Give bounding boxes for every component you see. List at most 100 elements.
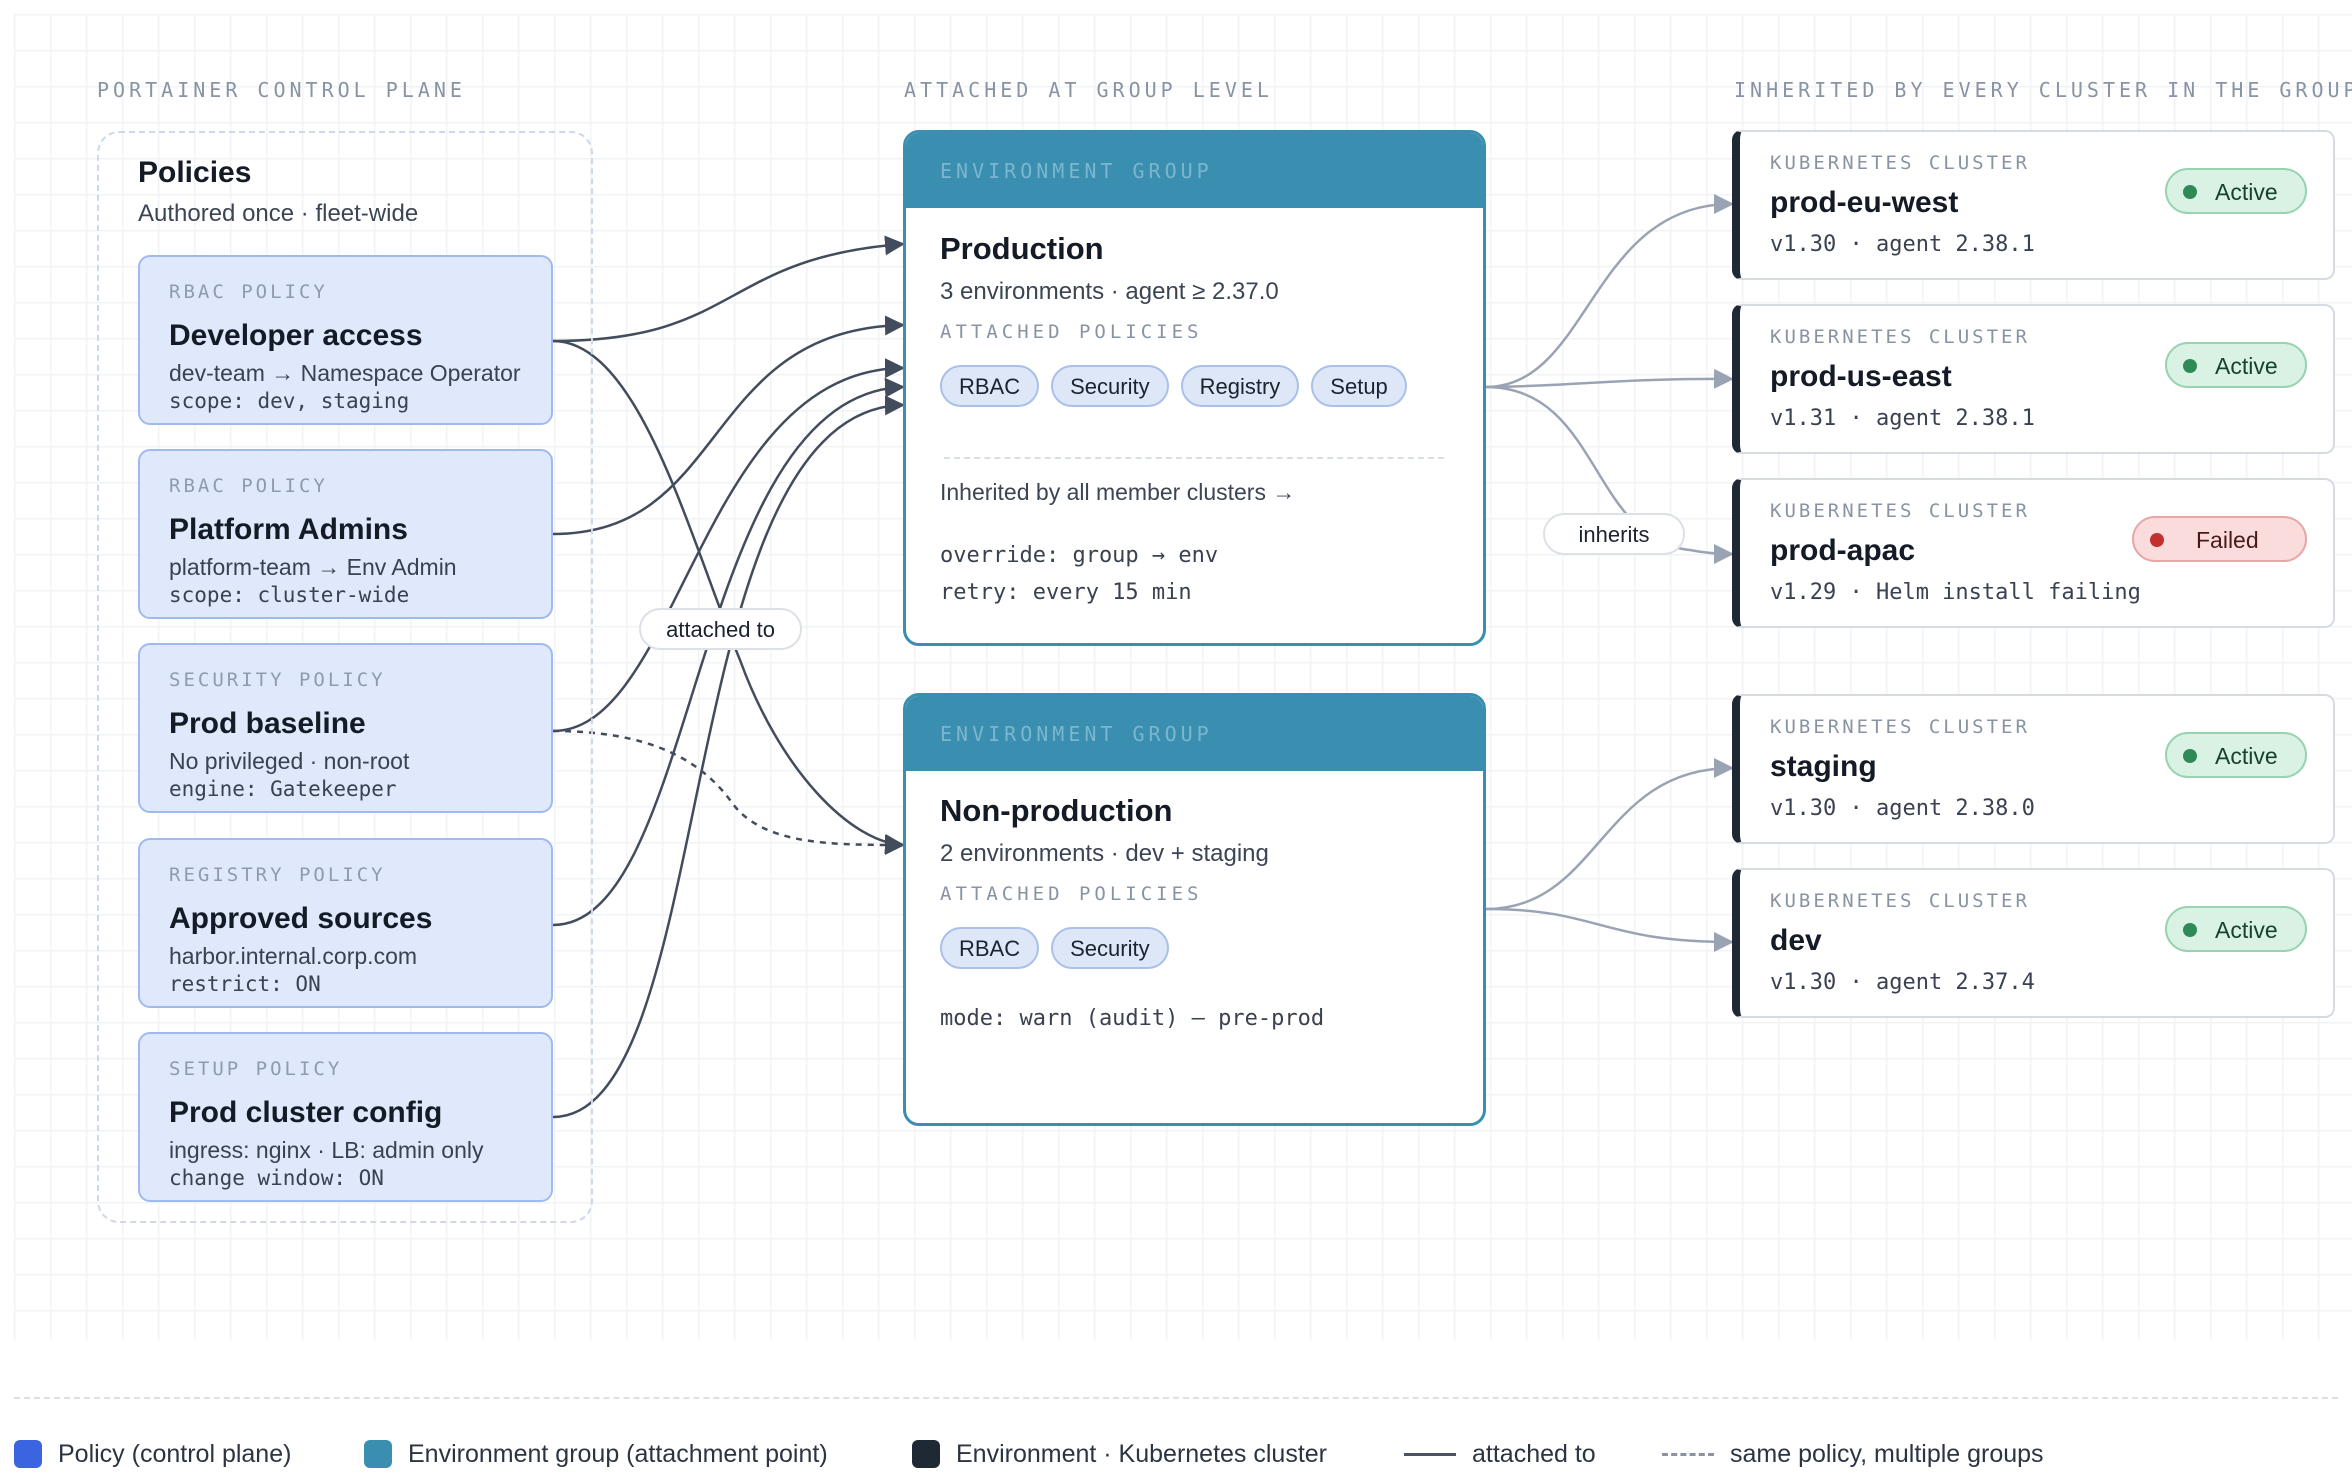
cluster-name: prod-eu-west (1770, 186, 1959, 219)
group-subtitle: 3 environments · agent ≥ 2.37.0 (940, 278, 1279, 305)
connector-label-attached: attached to (639, 608, 802, 650)
cluster-kind: KUBERNETES CLUSTER (1770, 716, 2030, 738)
cluster-meta: v1.30 · agent 2.38.0 (1770, 796, 2035, 821)
status-badge: Active (2165, 906, 2307, 952)
chip-setup[interactable]: Setup (1311, 365, 1407, 407)
cluster-kind: KUBERNETES CLUSTER (1770, 890, 2030, 912)
legend-item-multi-group: same policy, multiple groups (1662, 1436, 2044, 1472)
cluster-name: prod-us-east (1770, 360, 1952, 393)
policy-name: Prod baseline (169, 707, 366, 740)
status-dot-icon (2183, 749, 2197, 763)
edge-developer-access-to-production (552, 235, 905, 343)
edge-nonproduction-to-dev (1485, 907, 1734, 952)
chip-rbac[interactable]: RBAC (940, 365, 1040, 407)
group-subtitle: 2 environments · dev + staging (940, 840, 1269, 867)
chip-security[interactable]: Security (1051, 365, 1169, 407)
cluster-card-prod-eu-west[interactable]: KUBERNETES CLUSTER prod-eu-west v1.30 · … (1732, 130, 2335, 280)
cluster-name: dev (1770, 924, 1822, 957)
cluster-kind: KUBERNETES CLUSTER (1770, 500, 2030, 522)
column-header-inherited: INHERITED BY EVERY CLUSTER IN THE GROUP (1734, 78, 2352, 102)
edge-prod-baseline-to-production (552, 358, 905, 733)
legend-label: same policy, multiple groups (1730, 1439, 2044, 1468)
edge-production-to-prod-eu-west (1485, 194, 1734, 389)
policy-detail: change window: ON (169, 1166, 384, 1190)
policies-panel-title: Policies (138, 156, 252, 189)
status-badge: Active (2165, 168, 2307, 214)
policy-card-developer-access[interactable]: RBAC POLICY Developer access dev-team → … (138, 255, 553, 425)
policy-name: Approved sources (169, 902, 433, 935)
legend-line-solid (1404, 1452, 1456, 1456)
status-dot-icon (2183, 185, 2197, 199)
edge-prod-cluster-config-to-production (552, 395, 905, 1119)
legend-item-attached: attached to (1404, 1436, 1596, 1472)
policies-panel-subtitle: Authored once · fleet-wide (138, 200, 419, 227)
legend-divider (14, 1397, 2338, 1399)
policy-description: platform-team → Env Admin (169, 554, 457, 580)
policy-card-prod-cluster-config[interactable]: SETUP POLICY Prod cluster config ingress… (138, 1032, 553, 1202)
chip-rbac[interactable]: RBAC (940, 927, 1040, 969)
status-dot-icon (2150, 533, 2164, 547)
policy-detail: scope: cluster-wide (169, 583, 410, 607)
edge-developer-access-to-nonproduction (552, 339, 905, 854)
status-badge: Active (2165, 342, 2307, 388)
cluster-card-prod-us-east[interactable]: KUBERNETES CLUSTER prod-us-east v1.31 · … (1732, 304, 2335, 454)
legend-label: Environment group (attachment point) (408, 1439, 828, 1468)
cluster-kind: KUBERNETES CLUSTER (1770, 326, 2030, 348)
policy-kind: SETUP POLICY (169, 1058, 343, 1080)
policy-detail: restrict: ON (169, 972, 321, 996)
policy-card-platform-admins[interactable]: RBAC POLICY Platform Admins platform-tea… (138, 449, 553, 619)
legend-item-cluster: Environment · Kubernetes cluster (912, 1436, 1327, 1472)
cluster-meta: v1.29 · Helm install failing (1770, 580, 2141, 605)
legend-swatch-group (364, 1440, 392, 1468)
attached-policy-chips: RBAC Security Registry Setup (940, 365, 1407, 407)
policy-kind: RBAC POLICY (169, 475, 328, 497)
chip-security[interactable]: Security (1051, 927, 1169, 969)
policy-kind: REGISTRY POLICY (169, 864, 386, 886)
edge-platform-admins-to-production (552, 315, 905, 536)
column-header-control-plane: PORTAINER CONTROL PLANE (97, 78, 466, 102)
cluster-card-staging[interactable]: KUBERNETES CLUSTER staging v1.30 · agent… (1732, 694, 2335, 844)
column-header-group-level: ATTACHED AT GROUP LEVEL (904, 78, 1273, 102)
attached-policies-label: ATTACHED POLICIES (940, 321, 1203, 343)
attached-policies-label: ATTACHED POLICIES (940, 883, 1203, 905)
policy-description: ingress: nginx · LB: admin only (169, 1137, 484, 1163)
attached-policy-chips: RBAC Security (940, 927, 1169, 969)
policy-name: Platform Admins (169, 513, 408, 546)
group-header: ENVIRONMENT GROUP (906, 133, 1483, 208)
edge-prod-baseline-to-nonproduction (552, 729, 905, 855)
status-dot-icon (2183, 359, 2197, 373)
legend-item-group: Environment group (attachment point) (364, 1436, 828, 1472)
policy-detail: engine: Gatekeeper (169, 777, 397, 801)
environment-group-nonproduction[interactable]: ENVIRONMENT GROUP Non-production 2 envir… (903, 693, 1486, 1126)
chip-registry[interactable]: Registry (1180, 365, 1300, 407)
group-divider (944, 457, 1444, 459)
group-header-label: ENVIRONMENT GROUP (940, 722, 1213, 746)
policy-card-prod-baseline[interactable]: SECURITY POLICY Prod baseline No privile… (138, 643, 553, 813)
legend-swatch-policy (14, 1440, 42, 1468)
policy-description: harbor.internal.corp.com (169, 943, 418, 969)
cluster-card-dev[interactable]: KUBERNETES CLUSTER dev v1.30 · agent 2.3… (1732, 868, 2335, 1018)
policy-name: Prod cluster config (169, 1096, 443, 1129)
cluster-card-prod-apac[interactable]: KUBERNETES CLUSTER prod-apac v1.29 · Hel… (1732, 478, 2335, 628)
status-badge: Failed (2132, 516, 2307, 562)
policy-kind: RBAC POLICY (169, 281, 328, 303)
legend-label: Policy (control plane) (58, 1439, 292, 1468)
cluster-name: prod-apac (1770, 534, 1916, 567)
connector-label-inherits: inherits (1543, 513, 1685, 555)
cluster-meta: v1.31 · agent 2.38.1 (1770, 406, 2035, 431)
group-config-line: mode: warn (audit) — pre-prod (940, 1006, 1325, 1031)
environment-group-production[interactable]: ENVIRONMENT GROUP Production 3 environme… (903, 130, 1486, 646)
policy-name: Developer access (169, 319, 423, 352)
group-config-line: override: group → env (940, 543, 1219, 568)
legend-label: attached to (1472, 1439, 1596, 1468)
status-badge: Active (2165, 732, 2307, 778)
group-name: Production (940, 231, 1104, 266)
edge-nonproduction-to-staging (1485, 758, 1734, 911)
legend-swatch-cluster (912, 1440, 940, 1468)
cluster-meta: v1.30 · agent 2.38.1 (1770, 232, 2035, 257)
policy-detail: scope: dev, staging (169, 389, 410, 413)
cluster-meta: v1.30 · agent 2.37.4 (1770, 970, 2035, 995)
group-header: ENVIRONMENT GROUP (906, 696, 1483, 771)
group-header-label: ENVIRONMENT GROUP (940, 159, 1213, 183)
policy-card-approved-sources[interactable]: REGISTRY POLICY Approved sources harbor.… (138, 838, 553, 1008)
